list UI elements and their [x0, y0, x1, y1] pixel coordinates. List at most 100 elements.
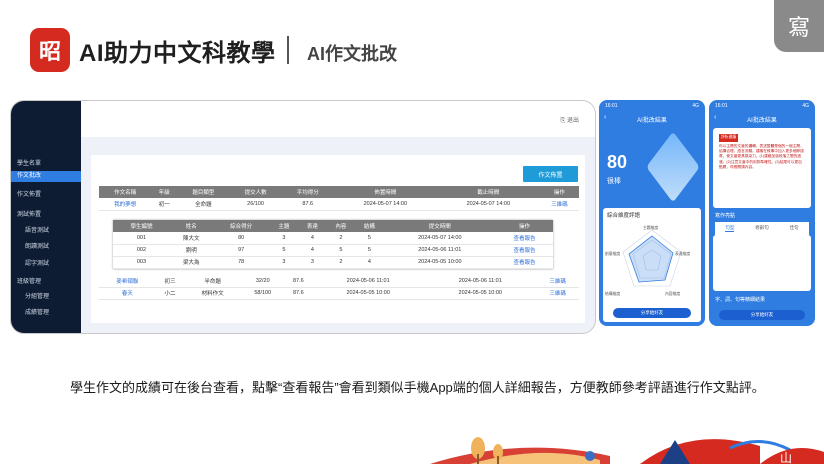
admin-content: 作文佈置 作文名稱 年級 題目類型 提交人數 平均得分 佈置時間 截止時間 操作…	[91, 155, 585, 323]
table-cell: 002	[113, 244, 170, 257]
col-header: 截止時間	[436, 186, 540, 198]
col-header: 作文名稱	[99, 186, 152, 198]
radar-chart	[617, 224, 687, 294]
sidebar-item-test-assign[interactable]: 測試佈置	[17, 209, 41, 218]
table-cell: 58/100	[241, 287, 285, 300]
table-row[interactable]: 春天 小二 材料作文 58/100 87.6 2024-05-05 10:00 …	[99, 287, 579, 300]
col-header: 操作	[539, 186, 579, 198]
col-header: 題目類型	[177, 186, 230, 198]
sidebar-item-class-manage[interactable]: 班級管理	[17, 276, 41, 285]
table-cell: 97	[212, 244, 270, 257]
phone-status-bar: 16:01 4G	[715, 103, 809, 109]
sidebar-item-essay-grading[interactable]: 作文批改	[11, 171, 81, 182]
dimension-card: 綜合維度評語 主題維度 表達維度 內容維度 結構維度 創意維度 分享給好友	[603, 208, 701, 322]
col-header: 綜合得分	[212, 220, 270, 232]
essay-comment: 評析建議 你以主題的文章的邏輯，表述整體是個的一個主題，結構合理，語言流暢。建議…	[719, 134, 805, 170]
table-cell: 初一	[151, 198, 178, 211]
table-cell: 2024-05-06 11:01	[424, 275, 537, 288]
qr-code-link[interactable]: 三維碼	[539, 198, 579, 211]
table-cell: 2024-05-05 10:00	[424, 287, 537, 300]
table-cell: 2	[326, 232, 356, 245]
view-report-link[interactable]: 查看報告	[496, 256, 553, 269]
radar-label: 主題維度	[643, 226, 659, 230]
table-cell: 26/100	[229, 198, 282, 211]
col-header: 姓名	[169, 220, 213, 232]
share-button[interactable]: 分享給好友	[613, 308, 691, 318]
table-cell: 78	[212, 256, 270, 269]
table-cell: 2024-05-05 10:00	[312, 287, 425, 300]
radar-label: 內容維度	[665, 292, 681, 296]
table-row: 001 陳大文 80 3 4 2 5 2024-05-07 14:00 查看報告	[113, 232, 553, 245]
view-report-link[interactable]: 查看報告	[496, 232, 553, 245]
tab-good-sentence[interactable]: 佳句	[790, 225, 799, 232]
essay-name-link[interactable]: 春天	[99, 287, 156, 300]
table-cell: 2024-05-07 14:00	[333, 198, 437, 211]
status-time: 16:01	[605, 103, 618, 109]
table-cell: 2024-05-05 10:00	[383, 256, 496, 269]
assign-essay-button[interactable]: 作文佈置	[523, 166, 578, 182]
table-cell: 80	[212, 232, 270, 245]
view-report-link[interactable]: 查看報告	[496, 244, 553, 257]
table-cell: 003	[113, 256, 170, 269]
sidebar-item-grade-manage[interactable]: 成績管理	[25, 307, 49, 316]
sidebar-item-voice-test[interactable]: 語音測試	[25, 225, 49, 234]
col-header: 內容	[326, 220, 356, 232]
tab-sentence[interactable]: 句型	[725, 225, 735, 232]
logo-glyph: 昭	[38, 39, 61, 64]
admin-sidebar: 學生名單 作文批改 作文佈置 測試佈置 語音測試 朗讀測試 認字測試 班級管理 …	[11, 101, 81, 333]
phone-status-bar: 16:01 4G	[605, 103, 699, 109]
page-subtitle: AI作文批改	[307, 44, 397, 64]
corner-badge: 寫	[774, 0, 824, 52]
svg-text:山: 山	[780, 451, 792, 464]
essay-table: 作文名稱 年級 題目類型 提交人數 平均得分 佈置時間 截止時間 操作 我的夢想…	[99, 186, 579, 211]
status-time: 16:01	[715, 103, 728, 109]
table-cell: 87.6	[284, 287, 313, 300]
qr-code-link[interactable]: 三維碼	[536, 287, 579, 300]
col-header: 提交時間	[383, 220, 496, 232]
table-cell: 劉明	[169, 244, 213, 257]
exit-button[interactable]: ⎘ 退出	[561, 115, 579, 125]
header-divider	[287, 36, 289, 64]
brand-title: AI助力中文科教學	[79, 40, 276, 67]
sidebar-item-essay-assign[interactable]: 作文佈置	[17, 189, 41, 198]
table-cell: 小二	[155, 287, 185, 300]
status-signal: 4G	[802, 103, 809, 109]
radar-label: 結構維度	[605, 292, 621, 296]
share-button[interactable]: 分享給好友	[719, 310, 805, 320]
student-score-table: 學生編號 姓名 綜合得分 主題 表達 內容 結構 提交時間 操作 001 陳大文…	[113, 220, 553, 269]
phone-result-screen: 16:01 4G ‹ AI批改結果 80 很棒 綜合維度評語 主題維度 表達維度…	[599, 100, 705, 326]
card-title: 綜合維度評語	[607, 213, 641, 219]
table-cell: 陳大文	[169, 232, 213, 245]
table-cell: 初三	[155, 275, 185, 288]
status-signal: 4G	[692, 103, 699, 109]
table-cell: 2024-05-07 14:00	[436, 198, 540, 211]
table-cell: 5	[326, 244, 356, 257]
col-header: 表達	[298, 220, 327, 232]
sidebar-item-students[interactable]: 學生名單	[17, 158, 41, 167]
tab-rhetoric[interactable]: 修辭句	[755, 225, 769, 232]
comment-text: 你以主題的文章的邏輯，表述整體是個的一個主題，結構合理，語言流暢。建議在敘事中加…	[719, 143, 804, 169]
sidebar-item-character-test[interactable]: 認字測試	[25, 258, 49, 267]
table-cell: 87.6	[284, 275, 313, 288]
phone-comment-screen: 16:01 4G ‹ AI批改結果 評析建議 你以主題的文章的邏輯，表述整體是個…	[709, 100, 815, 326]
table-cell: 87.6	[281, 198, 334, 211]
table-row[interactable]: 麥希頓聯 初三 半命題 32/20 87.6 2024-05-06 11:01 …	[99, 275, 579, 288]
radar-label: 表達維度	[675, 252, 691, 256]
table-cell: 3	[269, 256, 299, 269]
table-row: 002 劉明 97 5 4 5 5 2024-05-06 11:01 查看報告	[113, 244, 553, 257]
col-header: 主題	[269, 220, 299, 232]
table-row[interactable]: 我的夢想 初一 全命題 26/100 87.6 2024-05-07 14:00…	[99, 198, 579, 211]
essay-name-link[interactable]: 麥希頓聯	[99, 275, 156, 288]
sidebar-item-reading-test[interactable]: 朗讀測試	[25, 241, 49, 250]
col-header: 平均得分	[281, 186, 334, 198]
sidebar-item-group-manage[interactable]: 分組管理	[25, 291, 49, 300]
detail-heading: 字、詞、句等精細結果	[715, 297, 766, 303]
score-value: 80	[607, 152, 628, 172]
radar-label: 創意維度	[605, 252, 621, 256]
essay-name-link[interactable]: 我的夢想	[99, 198, 152, 211]
qr-code-link[interactable]: 三維碼	[536, 275, 579, 288]
admin-topbar: ⎘ 退出	[81, 101, 595, 137]
decorative-footer: 山	[430, 437, 824, 464]
table-cell: 5	[269, 244, 299, 257]
col-header: 佈置時間	[333, 186, 437, 198]
